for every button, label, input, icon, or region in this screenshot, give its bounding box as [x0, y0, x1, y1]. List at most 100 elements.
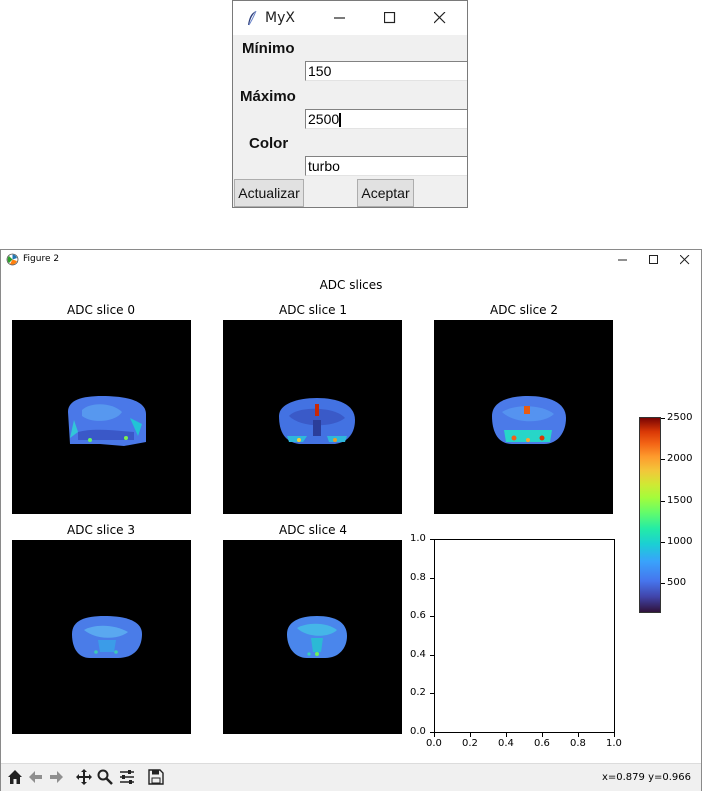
brain-slice-3 [72, 616, 142, 658]
x-tick-mark [542, 733, 543, 737]
back-button[interactable] [26, 767, 46, 787]
y-tick-label: 0.4 [410, 648, 426, 660]
colorbar[interactable] [639, 417, 661, 613]
colorbar-tick-label: 2000 [667, 453, 693, 465]
configure-subplots-button[interactable] [117, 767, 137, 787]
colorbar-tick-label: 1000 [667, 535, 693, 547]
x-tick-mark [470, 733, 471, 737]
subplot-title-4: ADC slice 4 [279, 523, 347, 537]
figure-titlebar[interactable]: Figure 2 [1, 250, 701, 270]
adc-slice-4-image[interactable] [223, 540, 402, 734]
adc-slice-3-image[interactable] [12, 540, 191, 734]
matplotlib-icon [6, 253, 19, 266]
y-tick-mark [430, 732, 434, 733]
zoom-button[interactable] [95, 767, 115, 787]
label-minimo: Mínimo [242, 40, 295, 57]
colorbar-tick-mark [661, 459, 665, 461]
x-tick-mark [578, 733, 579, 737]
adc-slice-2-image[interactable] [434, 320, 613, 514]
magnifier-icon [97, 769, 113, 785]
colorbar-tick-label: 1500 [667, 494, 693, 506]
x-tick-mark [506, 733, 507, 737]
adc-slice-1-image[interactable] [223, 320, 402, 514]
subplot-title-0: ADC slice 0 [67, 303, 135, 317]
y-tick-label: 0.8 [410, 571, 426, 583]
y-tick-mark [430, 539, 434, 540]
colorbar-tick-mark [661, 500, 665, 502]
colorbar-tick-mark [661, 583, 665, 585]
maximize-button[interactable] [367, 1, 413, 35]
x-tick-label: 0.8 [570, 738, 586, 749]
brain-slice-2 [492, 396, 566, 444]
colorbar-tick-label: 2500 [667, 412, 693, 423]
y-tick-label: 0.0 [410, 726, 426, 737]
empty-axes[interactable] [434, 539, 615, 733]
text-cursor [339, 113, 342, 128]
minimize-icon [618, 259, 627, 261]
min-input-value: 150 [308, 63, 332, 79]
minimize-button[interactable] [317, 1, 363, 35]
y-tick-mark [430, 693, 434, 695]
y-tick-mark [430, 577, 434, 579]
pan-button[interactable] [74, 767, 94, 787]
tk-feather-icon [248, 10, 257, 26]
brain-slice-1 [279, 398, 355, 444]
home-icon [8, 770, 22, 784]
y-tick-label: 1.0 [410, 533, 426, 544]
dialog-title: MyX [265, 10, 295, 26]
x-tick-label: 0.2 [462, 738, 478, 749]
figure-suptitle: ADC slices [319, 278, 383, 292]
x-tick-label: 0.0 [426, 738, 442, 749]
max-input[interactable]: 2500 [305, 109, 467, 129]
forward-button[interactable] [46, 767, 66, 787]
arrow-left-icon [29, 771, 42, 783]
close-button[interactable] [417, 1, 463, 35]
y-tick-label: 0.6 [410, 610, 426, 622]
subplot-title-3: ADC slice 3 [67, 523, 135, 537]
cursor-coordinates: x=0.879 y=0.966 [601, 772, 691, 783]
brain-slice-0 [68, 396, 146, 446]
maximize-icon [649, 255, 658, 264]
save-icon [148, 769, 164, 785]
dialog-titlebar[interactable]: MyX [233, 1, 467, 35]
y-tick-mark [430, 654, 434, 656]
subplot-title-1: ADC slice 1 [279, 303, 347, 317]
subplot-title-2: ADC slice 2 [490, 303, 558, 317]
figure-close-button[interactable] [670, 250, 700, 270]
label-color: Color [249, 135, 289, 152]
adc-slice-0-image[interactable] [12, 320, 191, 514]
x-tick-label: 0.4 [498, 738, 514, 749]
navigation-toolbar: x=0.879 y=0.966 [1, 763, 701, 791]
y-tick-label: 0.2 [410, 687, 426, 699]
x-tick-label: 0.6 [534, 738, 550, 749]
brain-slice-4 [287, 616, 347, 658]
home-button[interactable] [5, 767, 25, 787]
color-input-value: turbo [308, 158, 340, 174]
x-tick-mark [434, 733, 435, 737]
colorbar-tick-label: 500 [667, 577, 687, 589]
arrow-right-icon [50, 771, 63, 783]
update-button[interactable]: Actualizar [234, 179, 304, 207]
label-maximo: Máximo [240, 88, 296, 105]
colorbar-tick-mark [661, 541, 665, 543]
figure-window-title: Figure 2 [23, 254, 60, 264]
minimize-icon [334, 17, 345, 19]
close-icon [680, 255, 690, 265]
close-icon [434, 12, 446, 24]
x-tick-mark [614, 733, 615, 737]
color-input[interactable]: turbo [305, 156, 467, 176]
tk-dialog-window: MyX Mínimo 150 Máximo 2500 Color turbo A… [232, 0, 468, 208]
move-arrows-icon [76, 769, 92, 785]
x-tick-label: 1.0 [606, 738, 622, 749]
figure-maximize-button[interactable] [639, 250, 669, 270]
accept-button[interactable]: Aceptar [357, 179, 414, 207]
colorbar-tick-mark [661, 418, 665, 419]
min-input[interactable]: 150 [305, 61, 467, 81]
save-figure-button[interactable] [146, 767, 166, 787]
sliders-icon [120, 770, 134, 784]
maximize-icon [384, 12, 396, 24]
figure-window: Figure 2 ADC slices ADC slice 0 ADC slic… [0, 249, 702, 791]
y-tick-mark [430, 616, 434, 618]
figure-minimize-button[interactable] [608, 250, 638, 270]
max-input-value: 2500 [308, 111, 340, 127]
